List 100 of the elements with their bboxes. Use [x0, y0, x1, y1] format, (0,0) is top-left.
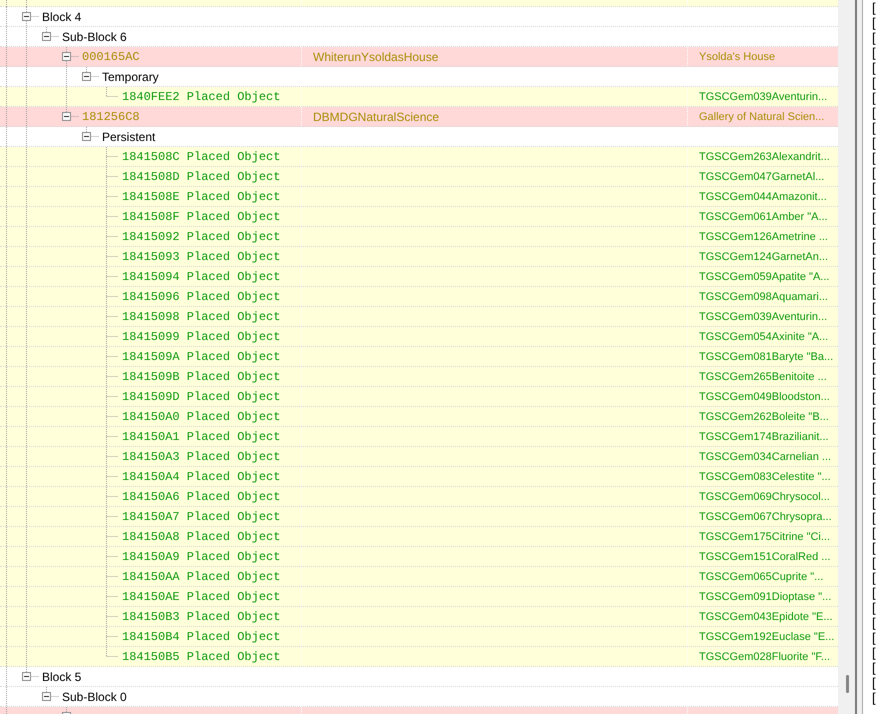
tree-row[interactable]: 184150A4 Placed Object TGSCGem083Celestite "... — [0, 467, 838, 487]
tree-row[interactable]: 184150A9 Placed Object TGSCGem151CoralRed ... — [0, 547, 838, 567]
collapse-icon[interactable] — [62, 52, 71, 61]
table-cell: TGSCGem043Epidote "E... — [699, 610, 833, 622]
panel-splitter[interactable] — [855, 0, 863, 714]
table-cell: TGSCGem065Cuprite "... — [699, 570, 824, 582]
tree-row[interactable]: 1840FEE2 Placed Object TGSCGem039Aventurin... — [0, 87, 838, 107]
table-cell: TGSCGem262Boleite "B... — [699, 410, 829, 422]
table-cell: TGSCGem175Citrine "Ci... — [699, 530, 830, 542]
log-line-text: [ — [872, 525, 877, 540]
log-line-text: [ — [872, 585, 877, 600]
log-line-text: [ — [872, 330, 877, 345]
tree-node-label: 184150A8 Placed Object — [122, 530, 280, 544]
table-cell: TGSCGem028Fluorite "F... — [699, 650, 830, 662]
table-cell: WhiterunYsoldasHouse — [313, 50, 438, 64]
tree-row[interactable]: 1841509A Placed Object TGSCGem081Baryte "Ba... — [0, 347, 838, 367]
tree-row[interactable]: Block 5 — [0, 667, 838, 687]
tree-node-label: 184150B3 Placed Object — [122, 610, 280, 624]
tree-row[interactable]: 18415093 Placed Object TGSCGem124GarnetAn... — [0, 247, 838, 267]
log-line-text: [ — [872, 645, 877, 660]
collapse-icon[interactable] — [82, 72, 91, 81]
tree-row[interactable]: 1841508C Placed Object TGSCGem263Alexandrit... — [0, 147, 838, 167]
tree-row[interactable]: 1841509D Placed Object TGSCGem049Bloodston... — [0, 387, 838, 407]
tree-node-label: 1841508F Placed Object — [122, 210, 280, 224]
tree-row[interactable]: 18415094 Placed Object TGSCGem059Apatite "A... — [0, 267, 838, 287]
tree-row[interactable]: 000165AC WhiterunYsoldasHouse Ysolda's House — [0, 47, 838, 67]
tree-row[interactable]: 18415096 Placed Object TGSCGem098Aquamari... — [0, 287, 838, 307]
table-cell: TGSCGem083Celestite "... — [699, 470, 831, 482]
tree-row[interactable]: 18415099 Placed Object TGSCGem054Axinite "A... — [0, 327, 838, 347]
tree-row[interactable]: 1841508D Placed Object TGSCGem047GarnetAl... — [0, 167, 838, 187]
collapse-icon[interactable] — [42, 32, 51, 41]
tree-node-label: 1841508E Placed Object — [122, 190, 280, 204]
tree-row[interactable]: 1841508E Placed Object TGSCGem044Amazonit... — [0, 187, 838, 207]
collapse-icon[interactable] — [62, 112, 71, 121]
tree-row[interactable]: 1841509B Placed Object TGSCGem265Benitoite ... — [0, 367, 838, 387]
tree-row[interactable]: 184150A3 Placed Object TGSCGem034Carnelian ... — [0, 447, 838, 467]
tree-row[interactable]: 184150A8 Placed Object TGSCGem175Citrine "Ci... — [0, 527, 838, 547]
tree-row[interactable]: Block 4 — [0, 7, 838, 27]
tree-node-label: 184150A4 Placed Object — [122, 470, 280, 484]
tree-row[interactable]: Sub-Block 0 — [0, 687, 838, 707]
tree-row[interactable]: Sub-Block 6 — [0, 27, 838, 47]
tree-row[interactable]: 184150AE Placed Object TGSCGem091Dioptase "... — [0, 587, 838, 607]
tree-row[interactable]: 184150A1 Placed Object TGSCGem174Brazilianit... — [0, 427, 838, 447]
table-cell: TGSCGem265Benitoite ... — [699, 370, 827, 382]
tree-row[interactable]: 184150A7 Placed Object TGSCGem067Chrysopra... — [0, 507, 838, 527]
scrollbar-thumb[interactable] — [846, 675, 849, 693]
tree-row[interactable]: 1841508F Placed Object TGSCGem061Amber "A... — [0, 207, 838, 227]
log-line-text: [ — [872, 675, 877, 690]
log-line-text: [ — [872, 630, 877, 645]
table-cell: TGSCGem098Aquamari... — [699, 290, 828, 302]
log-line-text: [ — [872, 225, 877, 240]
log-line-text: [ — [872, 60, 877, 75]
table-cell: TGSCGem126Ametrine ... — [699, 230, 828, 242]
table-cell: TGSCGem049Bloodston... — [699, 390, 830, 402]
log-line-text: [ — [872, 0, 877, 15]
table-cell: DBMDGNaturalScience — [313, 110, 440, 124]
vertical-scrollbar[interactable] — [838, 0, 855, 714]
tree-node-label: 184150A9 Placed Object — [122, 550, 280, 564]
collapse-icon[interactable] — [22, 672, 31, 681]
tree-node-label: 181256C8 — [82, 110, 140, 124]
log-line-text: [ — [872, 120, 877, 135]
table-cell: TGSCGem174Brazilianit... — [699, 430, 829, 442]
tree-node-label: Block 5 — [42, 670, 82, 684]
tree-node-label: 184150A7 Placed Object — [122, 510, 280, 524]
tree-node-label: 1841508D Placed Object — [122, 170, 280, 184]
table-cell: TGSCGem034Carnelian ... — [699, 450, 832, 462]
tree-row[interactable]: 184150A0 Placed Object TGSCGem262Boleite "B... — [0, 407, 838, 427]
table-cell: TGSCGem039Aventurin... — [699, 90, 828, 102]
tree-row[interactable]: 184150B3 Placed Object TGSCGem043Epidote "E... — [0, 607, 838, 627]
collapse-icon[interactable] — [42, 692, 51, 701]
table-cell: TGSCGem091Dioptase "... — [699, 590, 832, 602]
tree-row[interactable]: 184150B4 Placed Object TGSCGem192Euclase "E... — [0, 627, 838, 647]
log-line-text: [ — [872, 480, 877, 495]
tree-row[interactable]: 18415098 Placed Object TGSCGem039Aventurin... — [0, 307, 838, 327]
table-cell: TGSCGem044Amazonit... — [699, 190, 827, 202]
tree-node-label: 1841509A Placed Object — [122, 350, 280, 364]
log-line-text: [ — [872, 195, 877, 210]
tree-row[interactable]: 184150A6 Placed Object TGSCGem069Chrysocol... — [0, 487, 838, 507]
tree-row[interactable]: 184150AA Placed Object TGSCGem065Cuprite "... — [0, 567, 838, 587]
log-line-text: [ — [872, 285, 877, 300]
tree-row[interactable]: Temporary — [0, 67, 838, 87]
table-cell: TGSCGem192Euclase "E... — [699, 630, 834, 642]
log-line-text: [ — [872, 405, 877, 420]
collapse-icon[interactable] — [82, 132, 91, 141]
tree-row[interactable]: 181256C8 DBMDGNaturalScience Gallery of Natural Scien... — [0, 107, 838, 127]
collapse-icon[interactable] — [22, 12, 31, 21]
tree-row[interactable]: 184150B5 Placed Object TGSCGem028Fluorite "F... — [0, 647, 838, 667]
log-line-text: [ — [872, 390, 877, 405]
log-line-text: [ — [872, 360, 877, 375]
tree-node-label: 000165AC — [82, 50, 140, 64]
tree-node-label: 184150B5 Placed Object — [122, 650, 280, 664]
tree-node-label: 184150AE Placed Object — [122, 590, 280, 604]
table-cell: Gallery of Natural Scien... — [699, 110, 824, 122]
tree-row[interactable]: 18415092 Placed Object TGSCGem126Ametrine ... — [0, 227, 838, 247]
log-line-text: [ — [872, 600, 877, 615]
tree-node-label: Sub-Block 6 — [62, 30, 127, 44]
table-cell: TGSCGem047GarnetAl... — [699, 170, 824, 182]
tree-row[interactable]: Persistent — [0, 127, 838, 147]
table-cell: TGSCGem263Alexandrit... — [699, 150, 830, 162]
tree-node-label: 18415094 Placed Object — [122, 270, 280, 284]
